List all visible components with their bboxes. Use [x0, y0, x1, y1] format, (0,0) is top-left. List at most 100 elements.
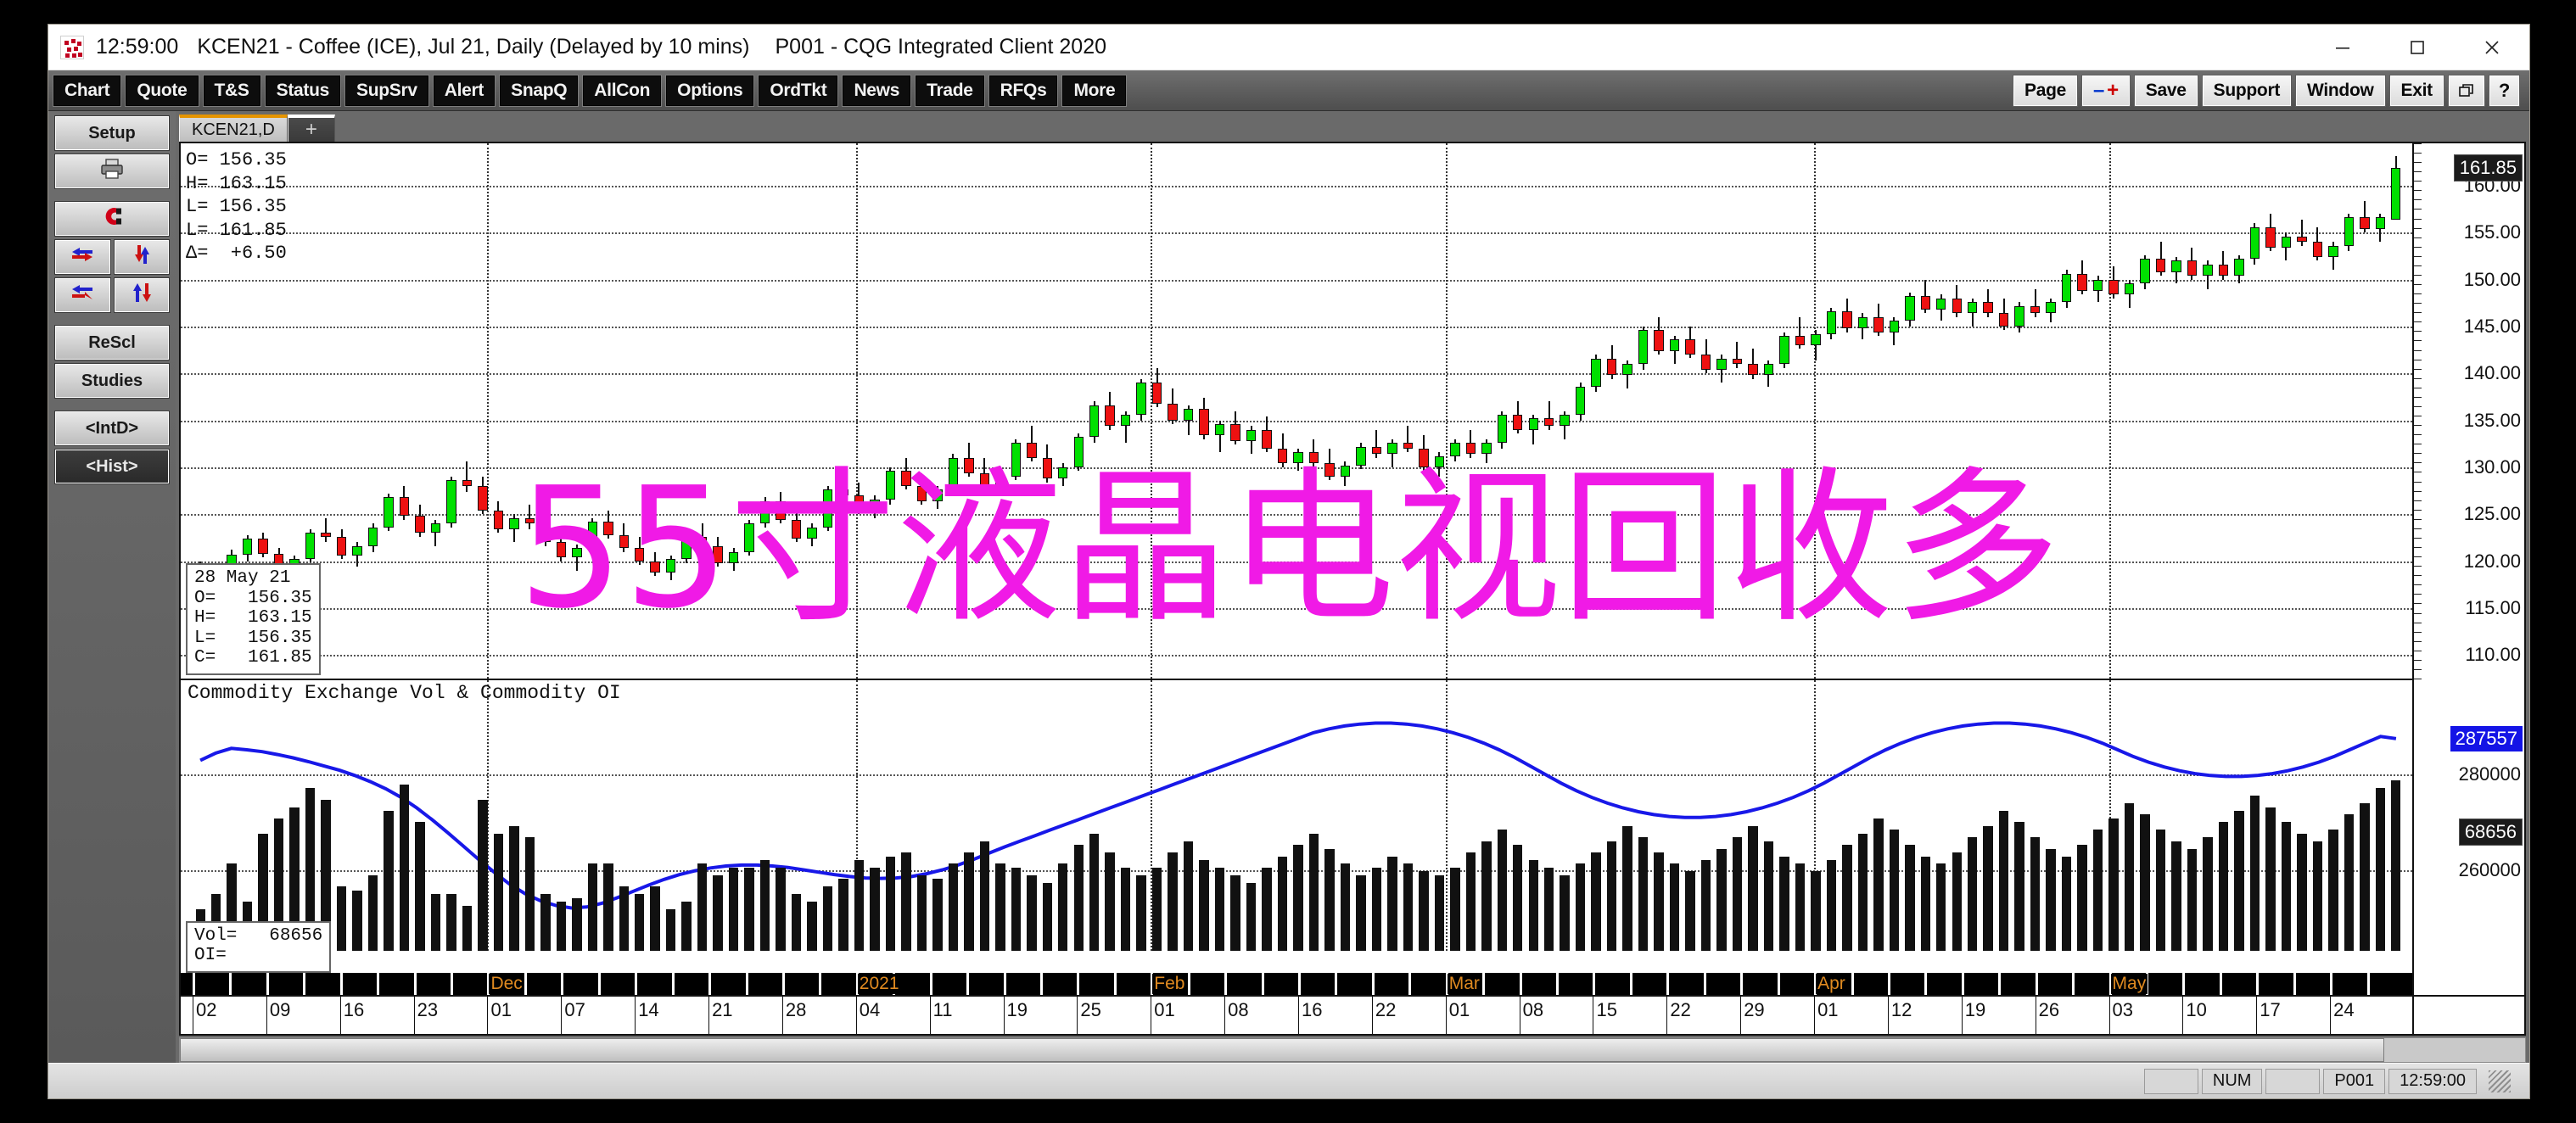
- candle: [1889, 143, 1900, 679]
- vertical-scale-button[interactable]: [113, 239, 170, 275]
- toolbar-button-chart[interactable]: Chart: [52, 74, 122, 107]
- window-button[interactable]: Window: [2295, 74, 2386, 107]
- toolbar-button-news[interactable]: News: [842, 74, 912, 107]
- toolbar-button-trade[interactable]: Trade: [915, 74, 985, 107]
- plot-area[interactable]: O= 156.35 H= 163.15 L= 156.35 L= 161.85 …: [181, 143, 2412, 995]
- compress-vertical-icon: [131, 282, 153, 309]
- volume-bar: [1920, 856, 1930, 951]
- volume-pane[interactable]: Commodity Exchange Vol & Commodity OI Vo…: [181, 680, 2412, 973]
- compress-vertical-button[interactable]: [113, 277, 170, 313]
- volume-bar: [1591, 852, 1601, 951]
- candle: [1905, 143, 1915, 679]
- volume-bar: [1857, 833, 1868, 951]
- volume-bar: [1889, 830, 1900, 951]
- support-button[interactable]: Support: [2201, 74, 2293, 107]
- month-band-tick: [451, 973, 454, 995]
- candle: [2249, 143, 2260, 679]
- resize-grip-icon[interactable]: [2489, 1070, 2511, 1092]
- exit-button[interactable]: Exit: [2388, 74, 2444, 107]
- zoom-out-icon[interactable]: –: [2093, 79, 2104, 103]
- toolbar-button-supsrv[interactable]: SupSrv: [344, 74, 429, 107]
- month-axis-band: Dec 2021 Feb Mar Apr May: [181, 973, 2412, 995]
- date-axis-tick: 19: [1964, 999, 1986, 1020]
- date-axis-tick: 03: [2112, 999, 2134, 1020]
- axis-minor-tick: [2414, 312, 2422, 314]
- page-button[interactable]: Page: [2013, 74, 2078, 107]
- scrollbar-thumb[interactable]: [180, 1038, 2385, 1062]
- axis-minor-tick: [2414, 237, 2422, 238]
- volume-bar: [995, 863, 1005, 951]
- toolbar-button-allcon[interactable]: AllCon: [582, 74, 663, 107]
- candle: [1027, 143, 1037, 679]
- print-button[interactable]: [54, 154, 170, 189]
- volume-bar: [352, 890, 362, 951]
- candle: [1952, 143, 1962, 679]
- volume-bar: [1998, 811, 2009, 951]
- month-band-tick: [671, 973, 675, 995]
- price-axis[interactable]: 160.00 155.00 150.00 145.00 140.00 135.00 130.…: [2412, 143, 2524, 995]
- candle: [572, 143, 582, 679]
- horizontal-scrollbar[interactable]: [179, 1037, 2526, 1063]
- candle: [948, 143, 959, 679]
- tab-kcen21-daily[interactable]: KCEN21,D: [179, 115, 288, 142]
- toolbar-button-t-s[interactable]: T&S: [202, 74, 261, 107]
- historical-button[interactable]: <Hist>: [54, 449, 170, 484]
- volume-bar: [1136, 874, 1146, 951]
- month-label: Feb: [1152, 974, 1187, 994]
- close-button[interactable]: [2455, 25, 2529, 70]
- date-axis-tick: 14: [638, 999, 659, 1020]
- volume-bar: [1528, 860, 1538, 951]
- candle: [1105, 143, 1115, 679]
- candle: [1308, 143, 1319, 679]
- candle: [2281, 143, 2292, 679]
- intraday-button[interactable]: <IntD>: [54, 411, 170, 446]
- month-band-tick: [1298, 973, 1301, 995]
- status-page: P001: [2323, 1068, 2386, 1094]
- minimize-button[interactable]: [2305, 25, 2380, 70]
- toolbar-button-alert[interactable]: Alert: [432, 74, 496, 107]
- volume-bar: [1622, 825, 1632, 951]
- volume-bar: [493, 833, 504, 951]
- axis-minor-tick: [2414, 303, 2422, 304]
- candle: [807, 143, 817, 679]
- add-tab-button[interactable]: +: [287, 115, 335, 142]
- volume-bar: [1606, 841, 1617, 951]
- axis-minor-tick: [2414, 349, 2422, 351]
- rescale-button[interactable]: ReScl: [54, 325, 170, 360]
- candle: [1214, 143, 1225, 679]
- toolbar-button-ordtkt[interactable]: OrdTkt: [758, 74, 839, 107]
- setup-button[interactable]: Setup: [54, 115, 170, 151]
- studies-button[interactable]: Studies: [54, 363, 170, 399]
- restore-icon[interactable]: [2447, 74, 2485, 107]
- volume-bar: [776, 867, 786, 951]
- date-axis-tick: 10: [2186, 999, 2207, 1020]
- month-band-tick: [966, 973, 970, 995]
- horizontal-scale-button[interactable]: [54, 239, 111, 275]
- chart-canvas[interactable]: O= 156.35 H= 163.15 L= 156.35 L= 161.85 …: [179, 142, 2526, 997]
- toolbar-button-snapq[interactable]: SnapQ: [499, 74, 580, 107]
- volume-bar: [399, 784, 410, 951]
- price-pane[interactable]: O= 156.35 H= 163.15 L= 156.35 L= 161.85 …: [181, 143, 2412, 679]
- volume-bar: [2344, 814, 2355, 951]
- save-button[interactable]: Save: [2133, 74, 2198, 107]
- toolbar-button-options[interactable]: Options: [665, 74, 755, 107]
- maximize-button[interactable]: [2380, 25, 2455, 70]
- axis-minor-tick: [2414, 218, 2422, 220]
- volume-bar: [885, 856, 896, 951]
- candle: [650, 143, 660, 679]
- candle: [1638, 143, 1649, 679]
- toolbar-button-status[interactable]: Status: [264, 74, 342, 107]
- compress-horizontal-button[interactable]: [54, 277, 111, 313]
- help-button[interactable]: ?: [2488, 74, 2521, 107]
- volume-bar: [2234, 811, 2244, 951]
- month-band-tick: [1003, 973, 1006, 995]
- magnet-button[interactable]: [54, 201, 170, 237]
- toolbar-button-rfqs[interactable]: RFQs: [988, 74, 1059, 107]
- zoom-in-icon[interactable]: +: [2107, 79, 2119, 103]
- zoom-step-button[interactable]: – +: [2081, 74, 2131, 107]
- toolbar-button-more[interactable]: More: [1061, 74, 1128, 107]
- axis-minor-tick: [2414, 537, 2422, 539]
- date-axis-tick: 02: [196, 999, 217, 1020]
- candle: [1700, 143, 1711, 679]
- toolbar-button-quote[interactable]: Quote: [125, 74, 199, 107]
